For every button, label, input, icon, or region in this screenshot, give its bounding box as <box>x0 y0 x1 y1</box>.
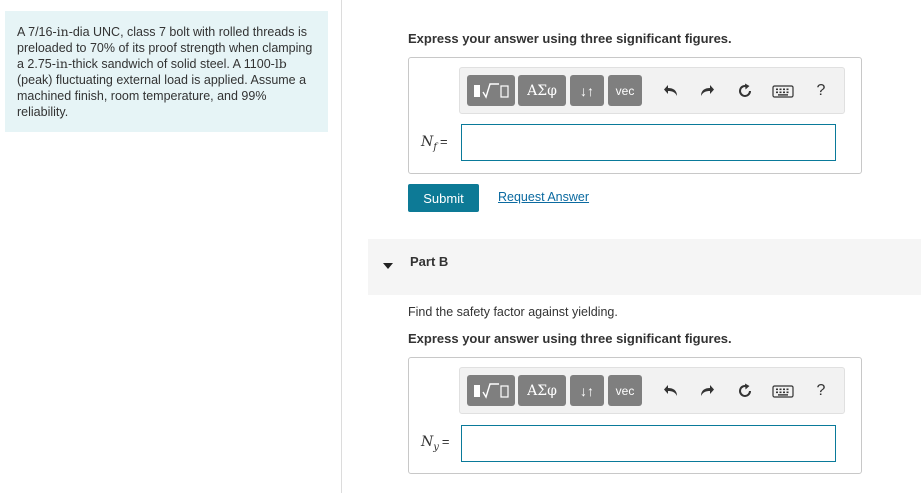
part-b-header[interactable]: Part B <box>368 239 921 295</box>
templates-button[interactable] <box>467 375 515 406</box>
keyboard-icon[interactable] <box>771 380 795 402</box>
subscript-superscript-button[interactable]: ↓↑ <box>570 375 604 406</box>
help-label: ? <box>816 82 826 99</box>
undo-icon[interactable] <box>660 380 682 402</box>
collapse-caret-icon[interactable] <box>382 257 394 275</box>
reset-icon[interactable] <box>734 80 756 102</box>
variable-main: N <box>421 434 434 450</box>
unit-text: lb <box>274 56 287 71</box>
part-a-instruction: Express your answer using three signific… <box>408 31 732 46</box>
part-b-answer-panel: ΑΣφ ↓↑ vec ? Ny = <box>408 357 862 474</box>
vec-label: vec <box>615 83 635 98</box>
greek-symbols-button[interactable]: ΑΣφ <box>518 75 566 106</box>
arrows-label: ↓↑ <box>580 82 594 99</box>
problem-statement: A 7/16-in-dia UNC, class 7 bolt with rol… <box>5 11 328 132</box>
part-b-title: Part B <box>410 254 449 269</box>
variable-main: N <box>421 134 434 150</box>
vec-label: vec <box>615 383 635 398</box>
part-a-answer-panel: ΑΣφ ↓↑ vec ? Nf = <box>408 57 862 174</box>
part-b-prompt: Find the safety factor against yielding. <box>408 305 618 319</box>
unit-text: in <box>55 56 68 71</box>
redo-icon[interactable] <box>696 80 718 102</box>
submit-button[interactable]: Submit <box>408 184 479 212</box>
templates-sqrt-icon <box>471 81 511 101</box>
problem-text: (peak) fluctuating external load is appl… <box>17 73 307 119</box>
greek-label: ΑΣφ <box>527 82 557 99</box>
templates-sqrt-icon <box>471 381 511 401</box>
greek-label: ΑΣφ <box>527 382 557 399</box>
request-answer-link[interactable]: Request Answer <box>498 190 589 204</box>
equals-sign: = <box>441 434 450 449</box>
part-a-variable-label: Nf = <box>421 134 448 153</box>
help-icon[interactable]: ? <box>810 380 832 402</box>
variable-subscript: y <box>433 441 439 453</box>
subscript-superscript-button[interactable]: ↓↑ <box>570 75 604 106</box>
problem-text: -thick sandwich of solid steel. A 1100- <box>67 57 275 71</box>
arrows-label: ↓↑ <box>580 382 594 399</box>
math-toolbar: ΑΣφ ↓↑ vec ? <box>459 367 845 414</box>
part-b-answer-input[interactable] <box>461 425 836 462</box>
greek-symbols-button[interactable]: ΑΣφ <box>518 375 566 406</box>
problem-text: A 7/16- <box>17 25 57 39</box>
column-divider <box>341 0 342 493</box>
unit-text: in <box>56 24 69 39</box>
redo-icon[interactable] <box>696 380 718 402</box>
variable-subscript: f <box>433 141 437 153</box>
keyboard-icon[interactable] <box>771 80 795 102</box>
undo-icon[interactable] <box>660 80 682 102</box>
templates-button[interactable] <box>467 75 515 106</box>
help-label: ? <box>816 382 826 399</box>
part-b-instruction: Express your answer using three signific… <box>408 331 732 346</box>
part-a-answer-input[interactable] <box>461 124 836 161</box>
reset-icon[interactable] <box>734 380 756 402</box>
equals-sign: = <box>439 134 448 149</box>
vector-button[interactable]: vec <box>608 375 642 406</box>
math-toolbar: ΑΣφ ↓↑ vec ? <box>459 67 845 114</box>
vector-button[interactable]: vec <box>608 75 642 106</box>
part-b-variable-label: Ny = <box>421 434 450 453</box>
help-icon[interactable]: ? <box>810 80 832 102</box>
